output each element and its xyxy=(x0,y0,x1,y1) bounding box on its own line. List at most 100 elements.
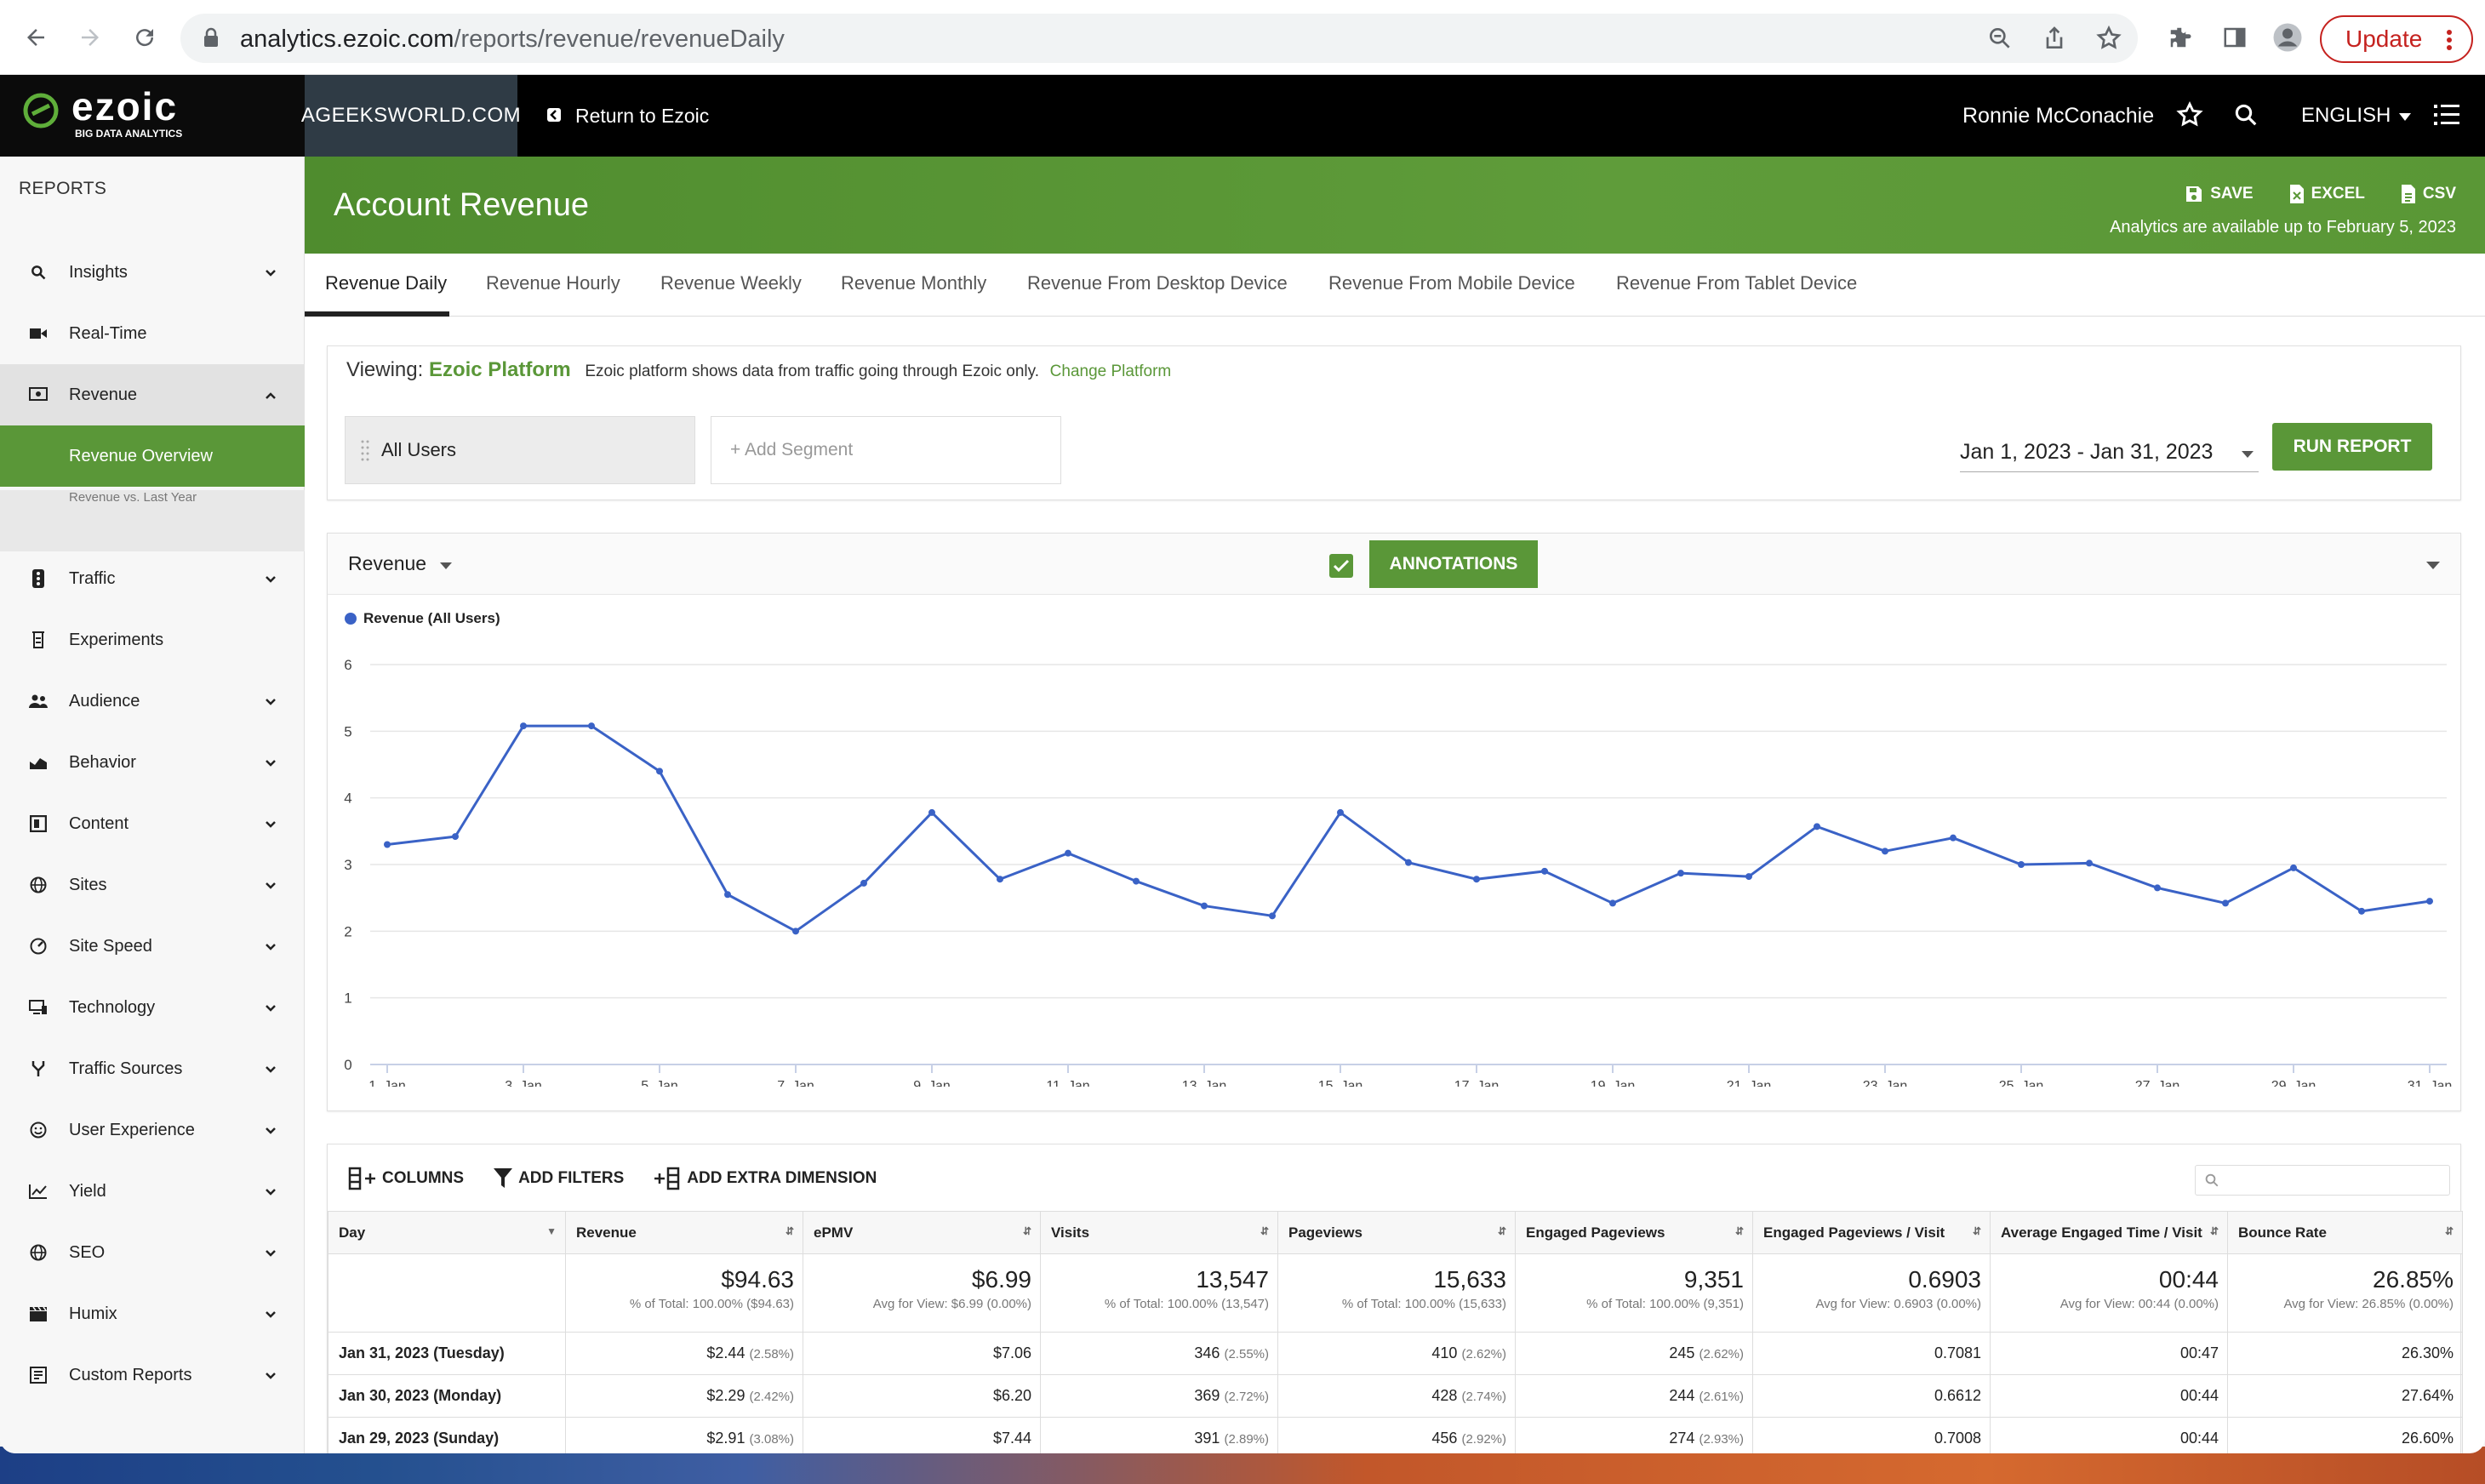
table-search-input[interactable] xyxy=(2195,1165,2450,1196)
change-platform-link[interactable]: Change Platform xyxy=(1050,362,1172,380)
back-icon[interactable] xyxy=(17,19,54,56)
date-range-picker[interactable]: Jan 1, 2023 - Jan 31, 2023 xyxy=(1960,440,2259,472)
search-icon[interactable] xyxy=(2233,102,2259,132)
table-row[interactable]: Jan 30, 2023 (Monday) $2.29 (2.42%) $6.20 3… xyxy=(328,1374,2463,1418)
column-header[interactable]: Engaged Pageviews / Visit ⇵ xyxy=(1752,1211,1991,1254)
update-button[interactable]: Update xyxy=(2320,15,2473,63)
sidebar-item-revenue[interactable]: Revenue xyxy=(0,364,305,425)
share-icon[interactable] xyxy=(2041,25,2068,56)
sort-icon[interactable]: ⇵ xyxy=(1260,1225,1269,1237)
sort-icon[interactable]: ⇵ xyxy=(2210,1225,2219,1237)
ezoic-logo[interactable]: ezoic BIG DATA ANALYTICS xyxy=(0,75,305,157)
browser-toolbar: analytics.ezoic.com/reports/revenue/reve… xyxy=(0,0,2485,75)
column-header[interactable]: ePMV ⇵ xyxy=(803,1211,1041,1254)
columns-button[interactable]: COLUMNS xyxy=(348,1167,464,1190)
chevron-down-icon[interactable] xyxy=(2426,559,2440,574)
csv-export-button[interactable]: CSV xyxy=(2401,184,2456,204)
column-header[interactable]: Pageviews ⇵ xyxy=(1277,1211,1516,1254)
tab-revenue-desktop[interactable]: Revenue From Desktop Device xyxy=(1027,272,1288,294)
save-button[interactable]: SAVE xyxy=(2185,184,2254,204)
add-segment-button[interactable]: + Add Segment xyxy=(711,416,1061,484)
run-report-button[interactable]: RUN REPORT xyxy=(2272,423,2432,471)
favorite-star-icon[interactable] xyxy=(2175,100,2204,134)
sidebar-item-real-time[interactable]: Real-Time xyxy=(0,303,305,364)
extensions-icon[interactable] xyxy=(2162,19,2199,56)
sidebar-item-sites[interactable]: Sites xyxy=(0,854,305,916)
annotations-button[interactable]: ANNOTATIONS xyxy=(1369,540,1538,588)
tab-revenue-monthly[interactable]: Revenue Monthly xyxy=(841,272,986,294)
sidebar-item-traffic-sources[interactable]: Traffic Sources xyxy=(0,1038,305,1099)
sidebar-item-content[interactable]: Content xyxy=(0,793,305,854)
sidebar-item-custom-reports[interactable]: Custom Reports xyxy=(0,1344,305,1406)
menu-list-icon[interactable] xyxy=(2434,104,2459,130)
column-header[interactable]: Bounce Rate ⇵ xyxy=(2227,1211,2463,1254)
bookmark-star-icon[interactable] xyxy=(2095,25,2122,56)
column-header[interactable]: Revenue ⇵ xyxy=(565,1211,803,1254)
language-selector[interactable]: ENGLISH xyxy=(2301,75,2412,157)
add-dimension-icon xyxy=(654,1167,680,1190)
sidebar-item-seo[interactable]: SEO xyxy=(0,1222,305,1283)
sidebar-item-audience[interactable]: Audience xyxy=(0,671,305,732)
sidebar-item-traffic[interactable]: Traffic xyxy=(0,548,305,609)
column-header[interactable]: Day ▼ xyxy=(328,1211,566,1254)
drag-handle-icon[interactable] xyxy=(361,439,369,468)
sidebar-item-site-speed[interactable]: Site Speed xyxy=(0,916,305,977)
reload-icon[interactable] xyxy=(126,19,163,56)
sort-icon[interactable]: ⇵ xyxy=(1023,1225,1031,1237)
column-header[interactable]: Engaged Pageviews ⇵ xyxy=(1515,1211,1753,1254)
sidebar-item-revenue-overview[interactable]: Revenue Overview xyxy=(0,425,305,487)
address-bar[interactable]: analytics.ezoic.com/reports/revenue/reve… xyxy=(180,14,2138,63)
x-tick-label: 17. Jan xyxy=(1454,1079,1499,1087)
chart-legend[interactable]: Revenue (All Users) xyxy=(345,610,500,627)
return-to-ezoic-link[interactable]: Return to Ezoic xyxy=(546,75,709,157)
tab-revenue-mobile[interactable]: Revenue From Mobile Device xyxy=(1328,272,1575,294)
sidebar-item-humix[interactable]: Humix xyxy=(0,1283,305,1344)
totals-cell: 15,633 % of Total: 100.00% (15,633) xyxy=(1277,1253,1516,1333)
column-header[interactable]: Visits ⇵ xyxy=(1040,1211,1278,1254)
column-header[interactable]: Average Engaged Time / Visit ⇵ xyxy=(1990,1211,2228,1254)
sort-icon[interactable]: ⇵ xyxy=(1735,1225,1744,1237)
sidebar-item-behavior[interactable]: Behavior xyxy=(0,732,305,793)
sort-icon[interactable]: ⇵ xyxy=(785,1225,794,1237)
add-extra-dimension-button[interactable]: ADD EXTRA DIMENSION xyxy=(653,1167,877,1190)
tab-revenue-daily[interactable]: Revenue Daily xyxy=(325,272,447,294)
sidebar-item-experiments[interactable]: Experiments xyxy=(0,609,305,671)
total-value: 13,547 xyxy=(1196,1266,1269,1293)
caret-down-icon xyxy=(440,552,453,575)
zoom-icon[interactable] xyxy=(1986,25,2014,56)
table-row[interactable]: Jan 29, 2023 (Sunday) $2.91 (3.08%) $7.44 3… xyxy=(328,1417,2463,1453)
tab-revenue-tablet[interactable]: Revenue From Tablet Device xyxy=(1616,272,1857,294)
add-filters-button[interactable]: ADD FILTERS xyxy=(493,1167,624,1190)
totals-cell: 0.6903 Avg for View: 0.6903 (0.00%) xyxy=(1752,1253,1991,1333)
sidebar-item-label: Revenue vs. Last Year xyxy=(69,490,197,505)
chevron-up-icon xyxy=(264,388,277,402)
segment-chip[interactable]: All Users xyxy=(345,416,695,484)
sidebar-item-insights[interactable]: Insights xyxy=(0,242,305,303)
browser-window: analytics.ezoic.com/reports/revenue/reve… xyxy=(0,0,2485,1453)
sidebar-item-yield[interactable]: Yield xyxy=(0,1161,305,1222)
sort-icon[interactable]: ⇵ xyxy=(1498,1225,1506,1237)
sidebar-item-revenue-vs-last-year[interactable]: Revenue vs. Last Year xyxy=(0,490,305,551)
profile-icon[interactable] xyxy=(2269,19,2306,56)
site-selector[interactable]: AGEEKSWORLD.COM xyxy=(301,75,521,157)
sidebar-item-label: Revenue xyxy=(69,385,138,404)
tab-revenue-hourly[interactable]: Revenue Hourly xyxy=(486,272,620,294)
metric-selector[interactable]: Revenue xyxy=(348,552,453,575)
data-point xyxy=(656,768,663,775)
chevron-down-icon xyxy=(264,572,277,585)
sidebar-item-technology[interactable]: Technology xyxy=(0,977,305,1038)
forward-icon[interactable] xyxy=(71,19,109,56)
lock-icon[interactable] xyxy=(203,27,220,52)
sidebar-item-user-experience[interactable]: User Experience xyxy=(0,1099,305,1161)
side-panel-icon[interactable] xyxy=(2216,19,2254,56)
chevron-down-icon[interactable]: ▼ xyxy=(546,1225,557,1237)
file-icon xyxy=(2401,185,2415,203)
annotations-checkbox[interactable] xyxy=(1329,554,1353,578)
tab-revenue-weekly[interactable]: Revenue Weekly xyxy=(660,272,802,294)
sort-icon[interactable]: ⇵ xyxy=(1973,1225,1981,1237)
table-row[interactable]: Jan 31, 2023 (Tuesday) $2.44 (2.58%) $7.06… xyxy=(328,1332,2463,1375)
sort-icon[interactable]: ⇵ xyxy=(2445,1225,2454,1237)
excel-export-button[interactable]: EXCEL xyxy=(2289,184,2365,204)
cell-value: 244 xyxy=(1669,1387,1695,1404)
user-name[interactable]: Ronnie McConachie xyxy=(1962,75,2154,157)
